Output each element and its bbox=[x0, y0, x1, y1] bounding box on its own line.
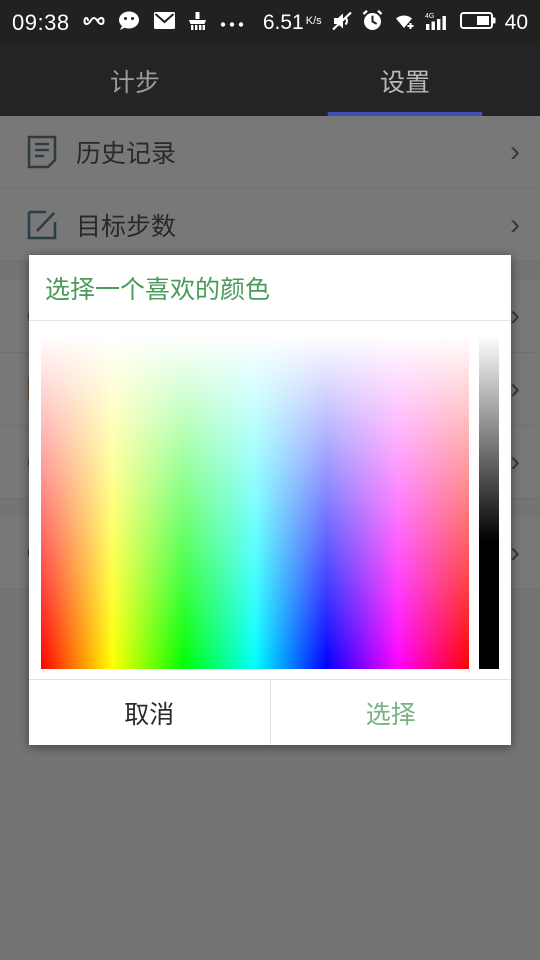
status-bar: 09:38 6.51 K/s 4G 40 bbox=[0, 0, 540, 46]
battery-level: 40 bbox=[504, 11, 528, 34]
dialog-button-bar: 取消 选择 bbox=[29, 679, 511, 745]
color-picker-dialog: 选择一个喜欢的颜色 取消 选择 bbox=[29, 255, 511, 745]
broom-icon bbox=[187, 11, 208, 36]
wechat-icon bbox=[118, 11, 142, 36]
brightness-slider-thumb[interactable] bbox=[477, 335, 501, 338]
wifi-icon bbox=[392, 11, 416, 35]
mute-icon bbox=[331, 11, 353, 36]
network-speed-value: 6.51 bbox=[262, 11, 304, 34]
select-button[interactable]: 选择 bbox=[270, 680, 511, 745]
infinity-icon bbox=[81, 13, 107, 34]
color-picker-area bbox=[29, 321, 511, 678]
svg-text:4G: 4G bbox=[425, 13, 434, 20]
color-cursor[interactable] bbox=[450, 341, 459, 350]
overflow-dots-icon bbox=[219, 14, 245, 32]
status-bar-right-group: 6.51 K/s 4G 40 bbox=[263, 9, 528, 36]
network-speed: 6.51 K/s bbox=[263, 11, 322, 35]
status-bar-left-group: 09:38 bbox=[12, 10, 245, 36]
alarm-icon bbox=[362, 9, 383, 36]
tab-settings-label: 设置 bbox=[379, 69, 430, 97]
dialog-title: 选择一个喜欢的颜色 bbox=[29, 255, 511, 321]
status-clock: 09:38 bbox=[12, 10, 70, 35]
tab-bar: 计步 设置 bbox=[0, 46, 540, 116]
tab-settings[interactable]: 设置 bbox=[270, 46, 540, 116]
cancel-button[interactable]: 取消 bbox=[29, 680, 271, 745]
saturation-value-square[interactable] bbox=[41, 335, 469, 669]
signal-4g-icon: 4G bbox=[425, 11, 451, 36]
network-speed-unit: K/s bbox=[305, 15, 322, 27]
mail-icon bbox=[153, 11, 176, 35]
battery-icon bbox=[459, 11, 496, 35]
tab-pedometer[interactable]: 计步 bbox=[0, 46, 270, 116]
brightness-slider[interactable] bbox=[479, 335, 499, 669]
tab-pedometer-label: 计步 bbox=[109, 69, 160, 97]
